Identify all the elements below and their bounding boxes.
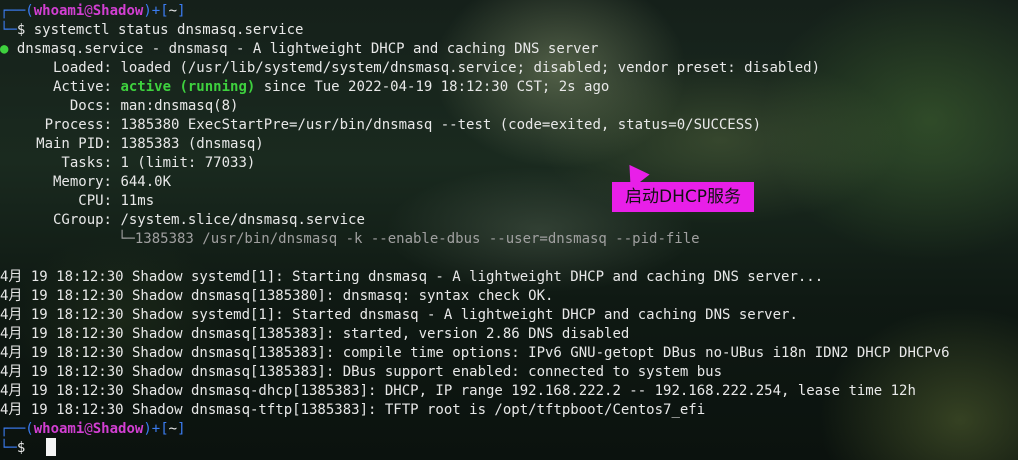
status-dot-icon: ● xyxy=(0,41,9,57)
field-active: Active: active (running) since Tue 2022-… xyxy=(52,79,610,95)
prompt-host: Shadow xyxy=(92,3,144,19)
prompt-line-bottom: ┌──(whoami@Shadow)+[~] xyxy=(0,421,186,437)
field-loaded: Loaded: loaded (/usr/lib/systemd/system/… xyxy=(52,60,821,76)
field-cgroup: CGroup: /system.slice/dnsmasq.service xyxy=(52,212,365,228)
log-line: 4月 19 18:12:30 Shadow systemd[1]: Starti… xyxy=(0,269,824,285)
prompt-dir: ~ xyxy=(168,3,178,19)
cgroup-child: └─1385383 /usr/bin/dnsmasq -k --enable-d… xyxy=(118,231,700,247)
field-cpu: CPU: 11ms xyxy=(78,193,155,209)
log-line: 4月 19 18:12:30 Shadow dnsmasq-tftp[13853… xyxy=(0,402,706,418)
input-line[interactable]: └─$ xyxy=(0,439,25,458)
command-text: systemctl status dnsmasq.service xyxy=(33,22,304,38)
log-line: 4月 19 18:12:30 Shadow dnsmasq[1385380]: … xyxy=(0,288,554,304)
log-line: 4月 19 18:12:30 Shadow systemd[1]: Starte… xyxy=(0,307,798,323)
terminal-window[interactable]: ┌──(whoami@Shadow)+[~] └─$ systemctl sta… xyxy=(0,0,1018,460)
field-docs: Docs: man:dnsmasq(8) xyxy=(69,98,239,114)
log-line: 4月 19 18:12:30 Shadow dnsmasq[1385383]: … xyxy=(0,345,950,361)
field-main-pid: Main PID: 1385383 (dnsmasq) xyxy=(36,136,264,152)
command-line: └─$ systemctl status dnsmasq.service xyxy=(0,22,304,38)
service-header: ● dnsmasq.service - dnsmasq - A lightwei… xyxy=(0,41,599,57)
prompt-user: whoami xyxy=(33,3,85,19)
field-process: Process: 1385380 ExecStartPre=/usr/bin/d… xyxy=(44,117,762,133)
text-cursor xyxy=(46,438,56,456)
log-line: 4月 19 18:12:30 Shadow dnsmasq[1385383]: … xyxy=(0,326,630,342)
field-tasks: Tasks: 1 (limit: 77033) xyxy=(61,155,256,171)
prompt-line-top: ┌──(whoami@Shadow)+[~] xyxy=(0,3,186,19)
log-line: 4月 19 18:12:30 Shadow dnsmasq[1385383]: … xyxy=(0,364,723,380)
field-memory: Memory: 644.0K xyxy=(52,174,172,190)
annotation-label: 启动DHCP服务 xyxy=(612,182,754,212)
log-line: 4月 19 18:12:30 Shadow dnsmasq-dhcp[13853… xyxy=(0,383,916,399)
active-status: active (running) xyxy=(120,79,256,95)
